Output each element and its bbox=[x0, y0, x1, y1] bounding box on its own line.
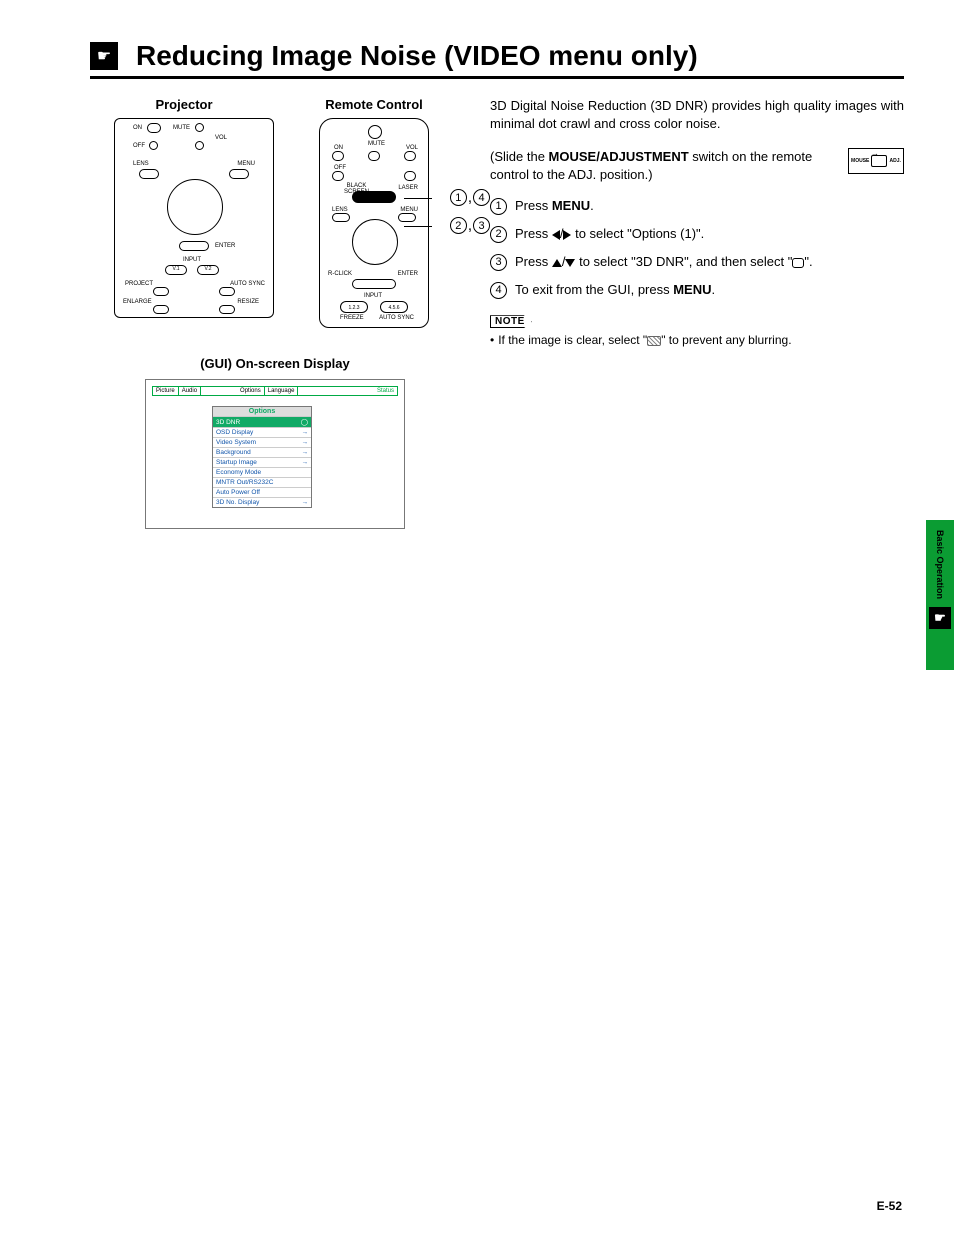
gui-menu-item: 3D DNR◯ bbox=[213, 416, 311, 427]
gui-menu-item: OSD Display→ bbox=[213, 427, 311, 437]
left-arrow-icon bbox=[552, 230, 560, 240]
gui-menu-item: Video System→ bbox=[213, 437, 311, 447]
step-number-icon: 3 bbox=[490, 254, 507, 271]
remote-diagram: ON MUTE VOL OFF BLACK SCREEN LASER LENS bbox=[319, 118, 429, 328]
gui-menu-item: MNTR Out/RS232C bbox=[213, 477, 311, 487]
note-text: • If the image is clear, select "" to pr… bbox=[490, 333, 904, 347]
gui-tab: Options bbox=[237, 387, 265, 395]
gui-menu-item: 3D No. Display→ bbox=[213, 497, 311, 507]
gui-tab: Audio bbox=[179, 387, 201, 395]
step-2: 2 Press / to select "Options (1)". bbox=[490, 225, 904, 243]
step-number-icon: 4 bbox=[490, 282, 507, 299]
remote-label: Remote Control bbox=[288, 97, 460, 112]
title-rule bbox=[90, 76, 904, 79]
page-number: E-52 bbox=[877, 1199, 902, 1213]
projector-diagram: ON MUTE VOL OFF LENS MENU bbox=[114, 118, 274, 318]
gui-screenshot: Picture Audio Options Language Status Op… bbox=[145, 379, 405, 529]
hand-icon: ☛ bbox=[929, 607, 951, 629]
gui-tab: Status bbox=[374, 387, 397, 395]
gui-tab: Picture bbox=[153, 387, 179, 395]
section-tab: Basic Operation ☛ bbox=[926, 520, 954, 670]
gui-heading: (GUI) On-screen Display bbox=[90, 356, 460, 371]
gui-menu-item: Auto Power Off bbox=[213, 487, 311, 497]
slide-instruction: (Slide the MOUSE/ADJUSTMENT switch on th… bbox=[490, 148, 842, 183]
callout-steps-1-4: 1,4 bbox=[450, 189, 490, 206]
gui-tab: Language bbox=[265, 387, 299, 395]
down-arrow-icon bbox=[565, 259, 575, 267]
gui-menu-item: Background→ bbox=[213, 447, 311, 457]
mouse-adj-switch-icon: MOUSE → ADJ. bbox=[848, 148, 904, 174]
note-heading: NOTE bbox=[490, 315, 532, 328]
step-number-icon: 1 bbox=[490, 198, 507, 215]
step-3: 3 Press / to select "3D DNR", and then s… bbox=[490, 253, 904, 271]
step-1: 1 Press MENU. bbox=[490, 197, 904, 215]
hand-icon: ☛ bbox=[90, 42, 118, 70]
gui-menu-item: Economy Mode bbox=[213, 467, 311, 477]
hatched-rect-icon bbox=[647, 336, 661, 346]
projector-label: Projector bbox=[90, 97, 278, 112]
step-number-icon: 2 bbox=[490, 226, 507, 243]
up-arrow-icon bbox=[552, 259, 562, 267]
step-4: 4 To exit from the GUI, press MENU. bbox=[490, 281, 904, 299]
intro-text: 3D Digital Noise Reduction (3D DNR) prov… bbox=[490, 97, 904, 132]
gui-menu-item: Startup Image→ bbox=[213, 457, 311, 467]
rounded-rect-icon bbox=[792, 258, 804, 268]
callout-steps-2-3: 2,3 bbox=[450, 217, 490, 234]
page-title: Reducing Image Noise (VIDEO menu only) bbox=[136, 40, 698, 72]
